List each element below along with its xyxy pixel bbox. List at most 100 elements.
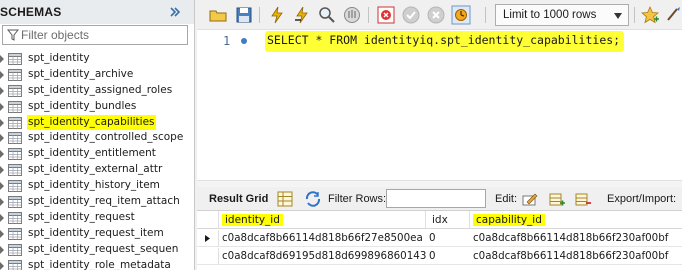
toolbar-separator	[259, 7, 260, 23]
table-item[interactable]: spt_identity	[0, 51, 194, 67]
refresh-icon[interactable]	[305, 191, 321, 207]
table-label: spt_identity_controlled_scope	[28, 131, 184, 144]
table-item[interactable]: spt_identity_request	[0, 210, 194, 226]
expand-arrow-icon[interactable]	[0, 55, 4, 63]
table-item[interactable]: spt_identity_history_item	[0, 178, 194, 194]
table-item[interactable]: spt_identity_entitlement	[0, 146, 194, 162]
table-icon	[8, 132, 22, 145]
table-icon	[8, 53, 22, 65]
result-grid-tab[interactable]: Result Grid	[209, 193, 268, 205]
autocommit-icon[interactable]	[451, 5, 471, 25]
schemas-panel: SCHEMAS spt_identity spt_identity_archive…	[0, 0, 195, 270]
table-item[interactable]: spt_identity_external_attr	[0, 162, 194, 178]
row-header-corner	[197, 211, 219, 229]
beautify-icon[interactable]	[663, 5, 682, 25]
expand-arrow-icon[interactable]	[0, 182, 4, 191]
expand-arrow-icon[interactable]	[0, 86, 4, 95]
expand-arrow-icon[interactable]	[0, 150, 4, 159]
toolbar-separator	[368, 7, 369, 23]
cell-idx[interactable]: 0	[426, 248, 470, 265]
filter-objects-box[interactable]	[2, 25, 188, 45]
table-item[interactable]: spt_identity_archive	[0, 67, 194, 83]
expand-arrow-icon[interactable]	[0, 102, 4, 111]
chevron-down-icon	[614, 13, 622, 19]
table-item[interactable]: spt_identity_assigned_roles	[0, 83, 194, 99]
expand-arrow-icon[interactable]	[0, 213, 4, 222]
explain-icon[interactable]	[317, 5, 337, 25]
grid-icon[interactable]	[277, 191, 293, 207]
table-label: spt_identity	[28, 52, 90, 64]
schemas-title: SCHEMAS	[0, 5, 62, 19]
table-label: spt_identity_archive	[28, 67, 134, 80]
table-list: spt_identity spt_identity_archive spt_iden…	[0, 51, 194, 270]
table-item[interactable]: spt_identity_controlled_scope	[0, 130, 194, 146]
table-label: spt_identity_entitlement	[28, 147, 156, 160]
expand-arrow-icon[interactable]	[0, 134, 4, 143]
table-item[interactable]: spt_identity_req_item_attach	[0, 194, 194, 210]
open-folder-icon[interactable]	[208, 5, 228, 25]
filter-objects-input[interactable]	[21, 27, 181, 43]
table-item[interactable]: spt_identity_bundles	[0, 99, 194, 115]
cell-capability-id[interactable]: c0a8dcaf8b66114d818b66f230af00bf	[470, 248, 682, 265]
table-icon	[8, 196, 22, 209]
cell-identity-id[interactable]: c0a8dcaf8d69195d818d699896860143	[219, 248, 426, 265]
query-toolbar: Limit to 1000 rows	[197, 0, 682, 30]
column-header-capability-id[interactable]: capability_id	[470, 211, 682, 229]
toggle-error-icon[interactable]	[376, 5, 396, 25]
column-header-idx[interactable]: idx	[426, 211, 470, 229]
expand-arrow-icon[interactable]	[0, 229, 4, 238]
table-icon	[8, 84, 22, 97]
sql-editor[interactable]: 1 SELECT * FROM identityiq.spt_identity_…	[197, 30, 682, 180]
table-icon	[8, 164, 22, 177]
table-icon	[8, 68, 22, 81]
row-selector[interactable]	[197, 230, 219, 247]
stop-icon[interactable]	[342, 5, 362, 25]
result-grid: identity_id idx capability_id c0a8dcaf8b…	[197, 211, 682, 270]
execute-icon[interactable]	[267, 5, 287, 25]
column-header-identity-id[interactable]: identity_id	[219, 211, 426, 229]
expand-arrow-icon[interactable]	[0, 166, 4, 175]
table-item[interactable]: spt_identity_role_metadata	[0, 258, 194, 270]
expand-arrow-icon[interactable]	[0, 70, 4, 79]
cell-idx[interactable]: 0	[426, 230, 470, 247]
table-label: spt_identity_bundles	[28, 99, 137, 112]
table-row[interactable]: c0a8dcaf8d69195d818d699896860143 0 c0a8dca…	[197, 248, 682, 265]
execute-current-icon[interactable]	[292, 5, 312, 25]
column-label: capability_id	[473, 214, 545, 226]
table-icon	[8, 227, 22, 240]
table-icon	[8, 100, 22, 113]
limit-rows-select[interactable]: Limit to 1000 rows	[495, 4, 629, 26]
table-label: spt_identity_request_item	[28, 226, 164, 239]
expand-arrow-icon[interactable]	[0, 245, 4, 254]
editor-results-splitter[interactable]	[197, 180, 682, 187]
refresh-schemas-icon[interactable]	[168, 5, 182, 19]
table-row[interactable]: c0a8dcaf8b66114d818b66f27e8500ea 0 c0a8dca…	[197, 230, 682, 247]
rollback-icon[interactable]	[426, 5, 446, 25]
schemas-header: SCHEMAS	[0, 0, 194, 24]
add-row-icon[interactable]	[549, 191, 565, 207]
commit-icon[interactable]	[401, 5, 421, 25]
filter-icon	[6, 29, 20, 41]
table-icon	[8, 180, 22, 193]
row-selector[interactable]	[197, 248, 219, 265]
expand-arrow-icon[interactable]	[0, 198, 4, 207]
table-item[interactable]: spt_identity_request_sequen	[0, 242, 194, 258]
expand-arrow-icon[interactable]	[0, 261, 4, 270]
cell-capability-id[interactable]: c0a8dcaf8b66114d818b66f230af00bf	[470, 230, 682, 247]
filter-rows-label: Filter Rows:	[328, 193, 387, 205]
delete-row-icon[interactable]	[575, 191, 591, 207]
save-icon[interactable]	[234, 5, 254, 25]
export-import-label: Export/Import:	[607, 193, 677, 205]
filter-rows-input[interactable]	[386, 189, 486, 208]
table-icon	[8, 211, 22, 224]
table-item[interactable]: spt_identity_request_item	[0, 226, 194, 242]
table-icon	[8, 243, 22, 256]
cell-identity-id[interactable]: c0a8dcaf8b66114d818b66f27e8500ea	[219, 230, 426, 247]
add-snippet-icon[interactable]	[640, 5, 660, 25]
table-item[interactable]: spt_identity_capabilities	[0, 114, 194, 131]
expand-arrow-icon[interactable]	[0, 118, 4, 127]
sql-statement[interactable]: SELECT * FROM identityiq.spt_identity_ca…	[265, 31, 625, 52]
table-icon	[8, 116, 22, 129]
edit-row-icon[interactable]	[522, 191, 538, 207]
edit-label: Edit:	[495, 193, 518, 205]
